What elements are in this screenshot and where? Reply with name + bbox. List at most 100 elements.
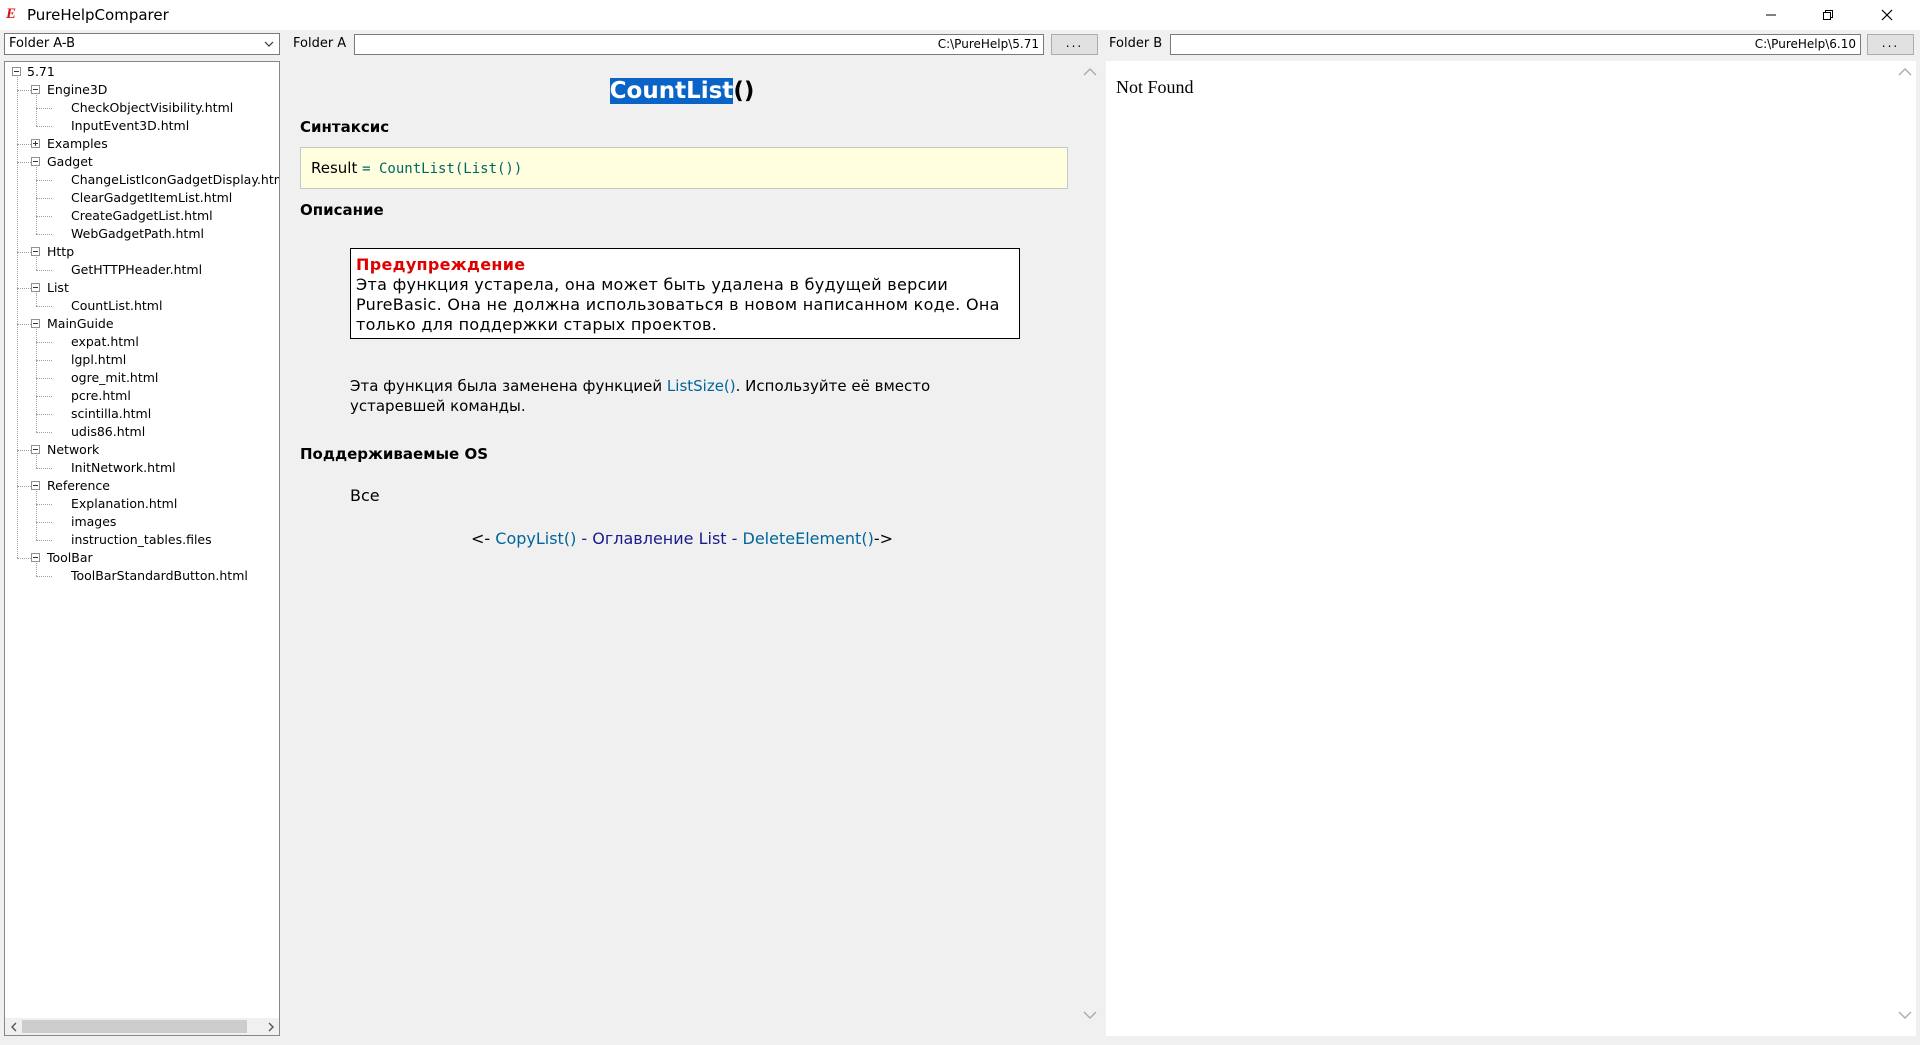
collapse-toggle-icon[interactable] <box>12 67 21 76</box>
tree-connector <box>36 108 52 109</box>
tree-connector <box>36 329 37 432</box>
tree-file-item[interactable]: CountList.html <box>71 297 162 315</box>
tree-group-item[interactable]: Network <box>47 441 99 459</box>
chevron-down-icon <box>1083 1011 1097 1019</box>
tree-connector <box>17 450 31 451</box>
tree-file-item[interactable]: expat.html <box>71 333 139 351</box>
tree-connector <box>36 306 52 307</box>
tree-group-item[interactable]: Examples <box>47 135 108 153</box>
collapse-toggle-icon[interactable] <box>31 85 40 94</box>
syntax-code: = CountList(List()) <box>362 161 523 177</box>
tree-file-item[interactable]: udis86.html <box>71 423 145 441</box>
tree-connector <box>17 90 31 91</box>
tree-file-item[interactable]: images <box>71 513 116 531</box>
tree-file-item[interactable]: ChangeListIconGadgetDisplay.html <box>71 171 279 189</box>
not-found-text: Not Found <box>1116 77 1194 97</box>
pane-b-vertical-scrollbar[interactable] <box>1894 61 1916 1036</box>
tree-group-item[interactable]: ToolBar <box>47 549 93 567</box>
tree-connector <box>17 77 18 558</box>
tree-group-item[interactable]: Gadget <box>47 153 93 171</box>
tree-group-item[interactable]: List <box>47 279 69 297</box>
expand-toggle-icon[interactable] <box>31 139 40 148</box>
tree-group-item[interactable]: Engine3D <box>47 81 107 99</box>
scroll-down-arrow[interactable] <box>1079 1004 1101 1026</box>
scroll-up-arrow[interactable] <box>1894 61 1916 83</box>
listsize-link[interactable]: ListSize() <box>667 377 736 395</box>
tree-connector <box>17 486 31 487</box>
collapse-toggle-icon[interactable] <box>31 283 40 292</box>
nav-toc-link[interactable]: Оглавление List <box>592 529 726 548</box>
restore-button[interactable] <box>1805 0 1851 30</box>
tree-group-item[interactable]: Reference <box>47 477 110 495</box>
tree-connector <box>36 540 52 541</box>
doc-navigation: <- CopyList() - Оглавление List - Delete… <box>285 529 1079 549</box>
tree-file-item[interactable]: instruction_tables.files <box>71 531 212 549</box>
document-pane-b[interactable]: Not Found <box>1106 61 1916 1036</box>
minimize-button[interactable] <box>1748 0 1794 30</box>
tree-group-item[interactable]: MainGuide <box>47 315 114 333</box>
tree-file-item[interactable]: GetHTTPHeader.html <box>71 261 202 279</box>
tree-file-item[interactable]: InitNetwork.html <box>71 459 176 477</box>
tree-connector <box>17 324 31 325</box>
deprecation-warning: Предупреждение Эта функция устарела, она… <box>350 248 1020 339</box>
chevron-down-icon <box>1898 1011 1912 1019</box>
scroll-right-arrow[interactable] <box>262 1018 279 1035</box>
collapse-toggle-icon[interactable] <box>31 157 40 166</box>
scroll-up-arrow[interactable] <box>1079 61 1101 83</box>
tree-file-item[interactable]: scintilla.html <box>71 405 151 423</box>
collapse-toggle-icon[interactable] <box>31 481 40 490</box>
tree-group-item[interactable]: Http <box>47 243 74 261</box>
tree-connector <box>36 563 37 576</box>
mode-select[interactable]: Folder A-B <box>4 33 280 55</box>
doc-title-selected: CountList <box>609 78 734 104</box>
folder-b-label: Folder B <box>1109 36 1163 51</box>
tree-connector <box>36 293 37 306</box>
tree-file-item[interactable]: ToolBarStandardButton.html <box>71 567 248 585</box>
chevron-down-icon <box>264 41 274 47</box>
file-tree[interactable]: 5.71 Engine3D CheckObjectVisibility.html In… <box>4 61 280 1036</box>
tree-connector <box>36 270 52 271</box>
scroll-down-arrow[interactable] <box>1894 1004 1916 1026</box>
tree-file-item[interactable]: CreateGadgetList.html <box>71 207 213 225</box>
tree-connector <box>17 144 31 145</box>
nav-prev-prefix: <- <box>471 529 496 548</box>
nav-next-link[interactable]: DeleteElement() <box>743 529 874 548</box>
tree-root-item[interactable]: 5.71 <box>27 63 55 81</box>
chevron-left-icon <box>10 1022 16 1031</box>
tree-file-item[interactable]: CheckObjectVisibility.html <box>71 99 233 117</box>
tree-file-item[interactable]: ogre_mit.html <box>71 369 158 387</box>
window-title: PureHelpComparer <box>27 6 169 24</box>
tree-file-item[interactable]: ClearGadgetItemList.html <box>71 189 232 207</box>
scroll-left-arrow[interactable] <box>5 1018 22 1035</box>
collapse-toggle-icon[interactable] <box>31 445 40 454</box>
collapse-toggle-icon[interactable] <box>31 553 40 562</box>
os-value: Все <box>350 486 380 505</box>
close-button[interactable] <box>1864 0 1910 30</box>
folder-b-browse-button[interactable]: ... <box>1867 34 1914 55</box>
scroll-thumb[interactable] <box>22 1020 247 1033</box>
chevron-up-icon <box>1898 68 1912 76</box>
tree-file-item[interactable]: InputEvent3D.html <box>71 117 189 135</box>
minimize-icon <box>1766 14 1776 16</box>
tree-file-item[interactable]: WebGadgetPath.html <box>71 225 204 243</box>
folder-b-path-field[interactable]: C:\PureHelp\6.10 <box>1170 34 1861 55</box>
tree-horizontal-scrollbar[interactable] <box>5 1018 279 1035</box>
syntax-heading: Синтаксис <box>300 118 390 136</box>
collapse-toggle-icon[interactable] <box>31 319 40 328</box>
collapse-toggle-icon[interactable] <box>31 247 40 256</box>
tree-connector <box>36 180 52 181</box>
tree-connector <box>36 378 52 379</box>
nav-prev-link[interactable]: CopyList() <box>495 529 576 548</box>
tree-connector <box>36 522 52 523</box>
tree-connector <box>36 342 52 343</box>
tree-file-item[interactable]: lgpl.html <box>71 351 126 369</box>
tree-file-item[interactable]: pcre.html <box>71 387 131 405</box>
tree-connector <box>36 432 52 433</box>
syntax-box: Result = CountList(List()) <box>300 147 1068 189</box>
folder-a-browse-button[interactable]: ... <box>1051 34 1098 55</box>
pane-a-vertical-scrollbar[interactable] <box>1079 61 1101 1036</box>
tree-file-item[interactable]: Explanation.html <box>71 495 177 513</box>
document-pane-a[interactable]: CountList() Синтаксис Result = CountList… <box>285 61 1079 1036</box>
tree-connector <box>36 257 37 270</box>
folder-a-path-field[interactable]: C:\PureHelp\5.71 <box>354 34 1044 55</box>
